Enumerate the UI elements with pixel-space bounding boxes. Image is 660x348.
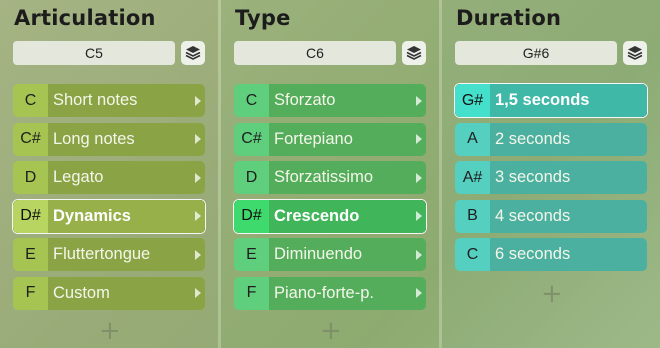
item-key: D# bbox=[13, 199, 48, 233]
articulation-list: C Short notes C# Long notes D Legato D# … bbox=[13, 84, 205, 315]
item-label: 6 seconds bbox=[490, 238, 647, 271]
note-picker[interactable]: C6 bbox=[234, 41, 396, 65]
chevron-right-icon bbox=[195, 95, 201, 106]
plus-icon[interactable]: + bbox=[320, 318, 342, 344]
chevron-right-icon bbox=[195, 211, 201, 221]
list-item[interactable]: A# 3 seconds bbox=[455, 161, 647, 194]
item-key: B bbox=[455, 199, 490, 233]
item-label: Sforzatissimo bbox=[269, 161, 426, 194]
item-label: 3 seconds bbox=[490, 161, 647, 194]
list-item[interactable]: C Sforzato bbox=[234, 84, 426, 117]
duration-column: Duration G#6 G# 1,5 seconds A 2 seconds … bbox=[442, 0, 660, 348]
list-item[interactable]: E Diminuendo bbox=[234, 238, 426, 271]
note-picker[interactable]: G#6 bbox=[455, 41, 617, 65]
list-item[interactable]: B 4 seconds bbox=[455, 199, 647, 233]
chevron-right-icon bbox=[195, 172, 201, 183]
chevron-right-icon bbox=[416, 95, 422, 106]
item-key: C bbox=[234, 84, 269, 117]
item-label: 4 seconds bbox=[490, 199, 647, 233]
chevron-right-icon bbox=[416, 172, 422, 183]
item-key: E bbox=[13, 238, 48, 271]
plus-icon[interactable]: + bbox=[541, 281, 563, 307]
item-key: D bbox=[13, 161, 48, 194]
type-column: Type C6 C Sforzato C# Fortepiano D Sforz… bbox=[221, 0, 439, 348]
layers-icon bbox=[627, 46, 643, 60]
plus-icon[interactable]: + bbox=[99, 318, 121, 344]
chevron-right-icon bbox=[416, 134, 422, 144]
item-key: D# bbox=[234, 199, 269, 233]
chevron-right-icon bbox=[195, 134, 201, 144]
list-item-selected[interactable]: D# Dynamics bbox=[13, 199, 205, 233]
item-label: 1,5 seconds bbox=[490, 84, 647, 117]
item-key: C bbox=[455, 238, 490, 271]
chevron-right-icon bbox=[195, 249, 201, 260]
list-item[interactable]: A 2 seconds bbox=[455, 122, 647, 156]
list-item[interactable]: C Short notes bbox=[13, 84, 205, 117]
list-item[interactable]: C# Long notes bbox=[13, 122, 205, 156]
list-item[interactable]: F Custom bbox=[13, 276, 205, 310]
item-label: Fluttertongue bbox=[48, 238, 205, 271]
layers-icon bbox=[406, 46, 422, 60]
chevron-right-icon bbox=[416, 249, 422, 260]
item-label: Legato bbox=[48, 161, 205, 194]
item-key: D bbox=[234, 161, 269, 194]
item-label: 2 seconds bbox=[490, 122, 647, 156]
chevron-right-icon bbox=[195, 288, 201, 298]
item-label: Fortepiano bbox=[269, 122, 426, 156]
item-label: Long notes bbox=[48, 122, 205, 156]
item-key: A# bbox=[455, 161, 490, 194]
chevron-right-icon bbox=[416, 211, 422, 221]
list-item[interactable]: E Fluttertongue bbox=[13, 238, 205, 271]
item-key: F bbox=[13, 276, 48, 310]
item-label: Crescendo bbox=[269, 199, 426, 233]
item-label: Custom bbox=[48, 276, 205, 310]
chevron-right-icon bbox=[416, 288, 422, 298]
list-item-selected[interactable]: G# 1,5 seconds bbox=[455, 84, 647, 117]
item-key: E bbox=[234, 238, 269, 271]
list-item[interactable]: D Sforzatissimo bbox=[234, 161, 426, 194]
list-item[interactable]: C 6 seconds bbox=[455, 238, 647, 271]
type-list: C Sforzato C# Fortepiano D Sforzatissimo… bbox=[234, 84, 426, 315]
picker-row: C5 bbox=[13, 41, 205, 65]
layers-button[interactable] bbox=[181, 41, 205, 65]
layers-button[interactable] bbox=[402, 41, 426, 65]
list-item-selected[interactable]: D# Crescendo bbox=[234, 199, 426, 233]
list-item[interactable]: F Piano-forte-p. bbox=[234, 276, 426, 310]
item-label: Short notes bbox=[48, 84, 205, 117]
layers-icon bbox=[185, 46, 201, 60]
note-picker[interactable]: C5 bbox=[13, 41, 175, 65]
column-title: Duration bbox=[456, 6, 562, 30]
item-key: A bbox=[455, 122, 490, 156]
column-title: Articulation bbox=[14, 6, 156, 30]
column-title: Type bbox=[235, 6, 291, 30]
list-item[interactable]: C# Fortepiano bbox=[234, 122, 426, 156]
item-label: Sforzato bbox=[269, 84, 426, 117]
item-key: C# bbox=[13, 122, 48, 156]
layers-button[interactable] bbox=[623, 41, 647, 65]
item-key: C bbox=[13, 84, 48, 117]
item-label: Diminuendo bbox=[269, 238, 426, 271]
picker-row: C6 bbox=[234, 41, 426, 65]
picker-row: G#6 bbox=[455, 41, 647, 65]
item-key: F bbox=[234, 276, 269, 310]
item-label: Dynamics bbox=[48, 199, 205, 233]
list-item[interactable]: D Legato bbox=[13, 161, 205, 194]
item-key: G# bbox=[455, 84, 490, 117]
item-key: C# bbox=[234, 122, 269, 156]
articulation-column: Articulation C5 C Short notes C# Long no… bbox=[0, 0, 218, 348]
item-label: Piano-forte-p. bbox=[269, 276, 426, 310]
duration-list: G# 1,5 seconds A 2 seconds A# 3 seconds … bbox=[455, 84, 647, 277]
